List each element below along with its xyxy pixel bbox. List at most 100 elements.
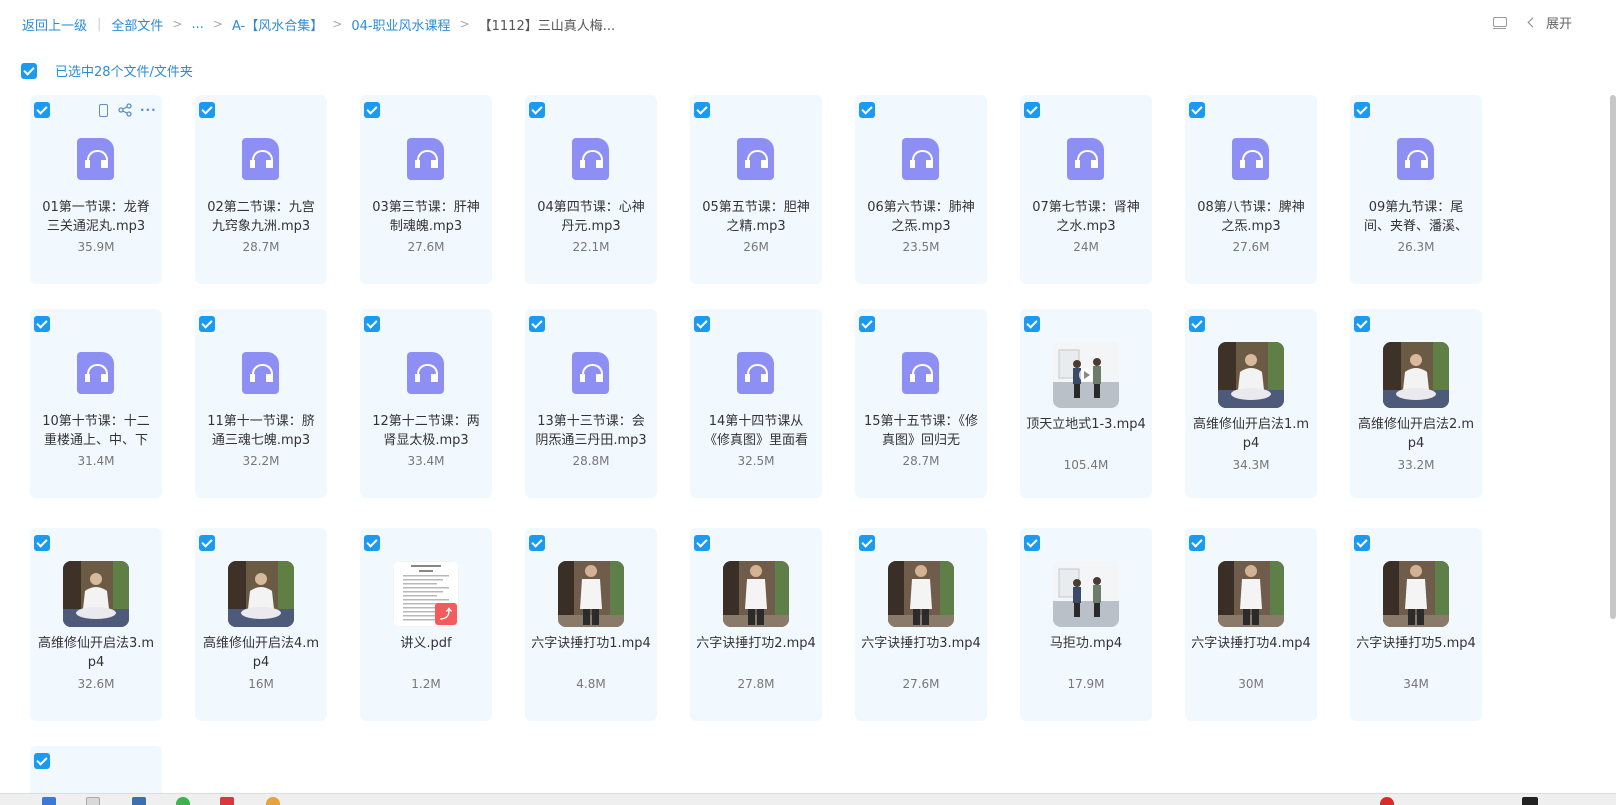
file-checkbox[interactable] bbox=[1354, 316, 1370, 332]
taskbar-app-icon[interactable] bbox=[176, 797, 190, 805]
file-card[interactable]: 07第七节课：肾神之水.mp3 24M bbox=[1020, 95, 1152, 284]
file-checkbox[interactable] bbox=[694, 535, 710, 551]
file-name: 09第九节课：尾间、夹脊、潘溪、 bbox=[1363, 200, 1468, 234]
select-all-checkbox[interactable] bbox=[21, 62, 37, 79]
file-card[interactable]: ⤴ 讲义.pdf 1.2M bbox=[360, 528, 492, 721]
tray-icon[interactable] bbox=[1522, 797, 1538, 805]
taskbar bbox=[0, 793, 1616, 805]
file-checkbox[interactable] bbox=[694, 316, 710, 332]
file-checkbox[interactable] bbox=[1189, 535, 1205, 551]
file-checkbox[interactable] bbox=[529, 535, 545, 551]
more-icon[interactable]: ··· bbox=[140, 103, 156, 117]
file-card[interactable]: 13第十三节课：会阴炁通三丹田.mp3 28.8M bbox=[525, 309, 657, 498]
audio-file-icon bbox=[902, 352, 939, 394]
file-card[interactable]: ··· 01第一节课：龙脊三关通泥丸.mp3 35.9M bbox=[30, 95, 162, 284]
share-icon[interactable] bbox=[118, 103, 132, 117]
file-name: 08第八节课：脾神之炁.mp3 bbox=[1197, 200, 1305, 234]
taskbar-app-icon[interactable] bbox=[220, 797, 234, 805]
pdf-icon: ⤴ bbox=[435, 603, 457, 625]
file-card[interactable]: 05第五节课：胆神之精.mp3 26M bbox=[690, 95, 822, 284]
video-thumbnail bbox=[1218, 342, 1284, 408]
taskbar-app-icon[interactable] bbox=[266, 797, 280, 805]
back-link[interactable]: 返回上一级 bbox=[22, 15, 87, 34]
file-card[interactable]: 14第十四节课从《修真图》里面看 32.5M bbox=[690, 309, 822, 498]
file-checkbox[interactable] bbox=[529, 316, 545, 332]
file-card[interactable]: 08第八节课：脾神之炁.mp3 27.6M bbox=[1185, 95, 1317, 284]
file-size: 1.2M bbox=[411, 677, 441, 691]
card-actions: ··· bbox=[96, 103, 156, 117]
file-card[interactable]: 高维修仙开启法3.mp4 32.6M bbox=[30, 528, 162, 721]
file-name: 14第十四节课从《修真图》里面看 bbox=[703, 414, 808, 448]
file-checkbox[interactable] bbox=[199, 316, 215, 332]
file-checkbox[interactable] bbox=[34, 535, 50, 551]
breadcrumb-item-course[interactable]: 04-职业风水课程 bbox=[351, 15, 450, 34]
audio-file-icon bbox=[242, 138, 279, 180]
file-name: 12第十二节课：两肾显太极.mp3 bbox=[372, 414, 480, 448]
file-card[interactable]: 04第四节课：心神丹元.mp3 22.1M bbox=[525, 95, 657, 284]
file-card[interactable]: 11第十一节课：脐通三魂七魄.mp3 32.2M bbox=[195, 309, 327, 498]
file-checkbox[interactable] bbox=[1354, 535, 1370, 551]
file-checkbox[interactable] bbox=[364, 316, 380, 332]
file-card[interactable]: 六字诀捶打功4.mp4 30M bbox=[1185, 528, 1317, 721]
file-checkbox[interactable] bbox=[1024, 102, 1040, 118]
chevron-right-icon: > bbox=[212, 17, 223, 31]
breadcrumb-item-fengshui[interactable]: A-【风水合集】 bbox=[232, 15, 323, 34]
taskbar-app-icon[interactable] bbox=[132, 797, 146, 805]
scrollbar[interactable] bbox=[1610, 95, 1616, 619]
taskbar-app-icon[interactable] bbox=[42, 797, 56, 805]
file-card[interactable]: 六字诀捶打功1.mp4 4.8M bbox=[525, 528, 657, 721]
file-checkbox[interactable] bbox=[859, 535, 875, 551]
chevron-right-icon: > bbox=[459, 17, 470, 31]
file-card[interactable]: 12第十二节课：两肾显太极.mp3 33.4M bbox=[360, 309, 492, 498]
file-checkbox[interactable] bbox=[859, 102, 875, 118]
file-checkbox[interactable] bbox=[529, 102, 545, 118]
audio-file-icon bbox=[572, 138, 609, 180]
file-checkbox[interactable] bbox=[34, 316, 50, 332]
phone-icon[interactable] bbox=[96, 103, 110, 117]
file-checkbox[interactable] bbox=[364, 535, 380, 551]
file-checkbox[interactable] bbox=[199, 102, 215, 118]
file-checkbox[interactable] bbox=[1024, 316, 1040, 332]
file-checkbox[interactable] bbox=[1354, 102, 1370, 118]
file-card[interactable]: 高维修仙开启法2.mp4 33.2M bbox=[1350, 309, 1482, 498]
file-checkbox[interactable] bbox=[364, 102, 380, 118]
file-name: 07第七节课：肾神之水.mp3 bbox=[1032, 200, 1140, 234]
file-card[interactable]: 03第三节课：肝神制魂魄.mp3 27.6M bbox=[360, 95, 492, 284]
file-size: 32.5M bbox=[737, 454, 775, 468]
tray-icon[interactable] bbox=[1380, 797, 1394, 805]
file-card[interactable]: 02第二节课：九宫九窍象九洲.mp3 28.7M bbox=[195, 95, 327, 284]
file-card[interactable]: 高维修仙开启法4.mp4 16M bbox=[195, 528, 327, 721]
file-name: 六字诀捶打功2.mp4 bbox=[696, 636, 816, 651]
file-card[interactable]: 六字诀捶打功3.mp4 27.6M bbox=[855, 528, 987, 721]
breadcrumb-item-current: 【1112】三山真人梅... bbox=[478, 18, 616, 34]
file-card[interactable]: 10第十节课：十二重楼通上、中、下 31.4M bbox=[30, 309, 162, 498]
file-checkbox[interactable] bbox=[34, 753, 50, 769]
file-card[interactable]: 马拒功.mp4 17.9M bbox=[1020, 528, 1152, 721]
file-checkbox[interactable] bbox=[859, 316, 875, 332]
file-checkbox[interactable] bbox=[1189, 102, 1205, 118]
file-checkbox[interactable] bbox=[1189, 316, 1205, 332]
breadcrumb-item-all-files[interactable]: 全部文件 bbox=[111, 15, 163, 34]
file-checkbox[interactable] bbox=[199, 535, 215, 551]
file-card[interactable]: 09第九节课：尾间、夹脊、潘溪、 26.3M bbox=[1350, 95, 1482, 284]
file-size: 23.5M bbox=[902, 240, 940, 254]
file-size: 26M bbox=[743, 240, 769, 254]
breadcrumb-item-ellipsis[interactable]: ... bbox=[191, 17, 203, 32]
file-checkbox[interactable] bbox=[1024, 535, 1040, 551]
file-name: 马拒功.mp4 bbox=[1049, 636, 1123, 651]
file-checkbox[interactable] bbox=[694, 102, 710, 118]
file-card[interactable]: 15第十五节课：《修真图》回归无 28.7M bbox=[855, 309, 987, 498]
file-card[interactable]: 06第六节课：肺神之炁.mp3 23.5M bbox=[855, 95, 987, 284]
taskbar-app-icon[interactable] bbox=[86, 797, 100, 805]
file-card[interactable]: 六字诀捶打功5.mp4 34M bbox=[1350, 528, 1482, 721]
file-name: 六字诀捶打功4.mp4 bbox=[1191, 636, 1311, 651]
file-checkbox[interactable] bbox=[34, 102, 50, 118]
file-card[interactable]: 顶天立地式1-3.mp4 105.4M bbox=[1020, 309, 1152, 498]
video-thumbnail bbox=[228, 561, 294, 627]
list-view-icon[interactable] bbox=[1492, 16, 1507, 30]
file-card[interactable]: 六字诀捶打功2.mp4 27.8M bbox=[690, 528, 822, 721]
file-card[interactable]: 高维修仙开启法1.mp4 34.3M bbox=[1185, 309, 1317, 498]
file-size: 34.3M bbox=[1232, 458, 1270, 472]
audio-file-icon bbox=[737, 352, 774, 394]
expand-button[interactable]: 展开 bbox=[1527, 13, 1572, 32]
